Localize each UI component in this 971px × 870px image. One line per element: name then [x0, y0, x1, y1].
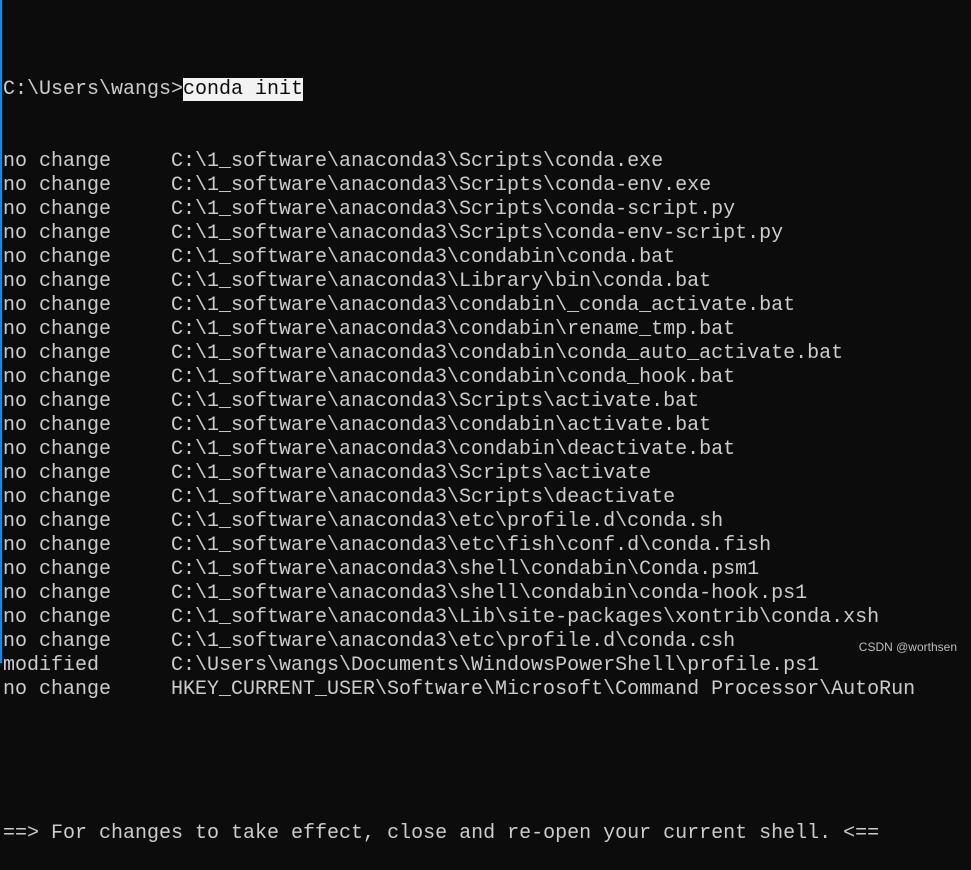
output-row: modified C:\Users\wangs\Documents\Windows…	[3, 654, 915, 678]
row-path: C:\1_software\anaconda3\Scripts\conda-sc…	[171, 198, 736, 221]
row-status: no change	[3, 366, 112, 389]
row-path: C:\1_software\anaconda3\condabin\rename_…	[171, 318, 736, 341]
row-status: no change	[3, 462, 112, 485]
output-row: no change C:\1_software\anaconda3\condabi…	[3, 294, 915, 318]
output-row: no change C:\1_software\anaconda3\condabi…	[3, 366, 915, 390]
row-status: no change	[3, 150, 112, 173]
output-row: no change C:\1_software\anaconda3\Scripts…	[3, 390, 915, 414]
output-row: no change C:\1_software\anaconda3\condabi…	[3, 246, 915, 270]
output-row: no change C:\1_software\anaconda3\condabi…	[3, 438, 915, 462]
row-path: C:\1_software\anaconda3\Lib\site-package…	[171, 606, 880, 629]
row-path: C:\1_software\anaconda3\Scripts\activate	[171, 462, 652, 485]
output-row: no change C:\1_software\anaconda3\etc\fis…	[3, 534, 915, 558]
row-status: no change	[3, 558, 112, 581]
row-status: no change	[3, 318, 112, 341]
watermark: CSDN @worthsen	[858, 640, 957, 654]
row-status: no change	[3, 198, 112, 221]
output-row: no change C:\1_software\anaconda3\Scripts…	[3, 150, 915, 174]
output-row: no change C:\1_software\anaconda3\shell\c…	[3, 582, 915, 606]
row-path: C:\1_software\anaconda3\shell\condabin\c…	[171, 582, 808, 605]
row-status: no change	[3, 510, 112, 533]
row-status: no change	[3, 246, 112, 269]
row-status: no change	[3, 534, 112, 557]
row-path: C:\Users\wangs\Documents\WindowsPowerShe…	[171, 654, 820, 677]
output-row: no change C:\1_software\anaconda3\Scripts…	[3, 486, 915, 510]
output-row: no change C:\1_software\anaconda3\Lib\sit…	[3, 606, 915, 630]
output-row: no change C:\1_software\anaconda3\Scripts…	[3, 198, 915, 222]
output-row: no change C:\1_software\anaconda3\etc\pro…	[3, 510, 915, 534]
output-row: no change C:\1_software\anaconda3\condabi…	[3, 342, 915, 366]
window-border	[0, 0, 2, 663]
row-path: C:\1_software\anaconda3\Library\bin\cond…	[171, 270, 712, 293]
row-path: C:\1_software\anaconda3\condabin\conda.b…	[171, 246, 676, 269]
row-path: C:\1_software\anaconda3\condabin\conda_h…	[171, 366, 736, 389]
row-status: no change	[3, 222, 112, 245]
row-path: C:\1_software\anaconda3\condabin\activat…	[171, 414, 712, 437]
footer-message: ==> For changes to take effect, close an…	[3, 822, 880, 845]
row-status: no change	[3, 414, 112, 437]
row-status: no change	[3, 390, 112, 413]
row-status: no change	[3, 606, 112, 629]
output-row: no change C:\1_software\anaconda3\Scripts…	[3, 222, 915, 246]
row-status: modified	[3, 654, 100, 677]
row-path: C:\1_software\anaconda3\condabin\deactiv…	[171, 438, 736, 461]
row-status: no change	[3, 342, 112, 365]
row-path: HKEY_CURRENT_USER\Software\Microsoft\Com…	[171, 678, 916, 701]
prompt-line: C:\Users\wangs>conda init	[3, 78, 915, 102]
row-status: no change	[3, 438, 112, 461]
row-path: C:\1_software\anaconda3\Scripts\deactiva…	[171, 486, 676, 509]
row-status: no change	[3, 582, 112, 605]
row-status: no change	[3, 486, 112, 509]
row-path: C:\1_software\anaconda3\etc\fish\conf.d\…	[171, 534, 772, 557]
output-row: no change C:\1_software\anaconda3\condabi…	[3, 414, 915, 438]
output-row: no change C:\1_software\anaconda3\etc\pro…	[3, 630, 915, 654]
output-row: no change C:\1_software\anaconda3\Library…	[3, 270, 915, 294]
output-row: no change C:\1_software\anaconda3\condabi…	[3, 318, 915, 342]
row-path: C:\1_software\anaconda3\etc\profile.d\co…	[171, 630, 736, 653]
output-row: no change HKEY_CURRENT_USER\Software\Micr…	[3, 678, 915, 702]
row-status: no change	[3, 630, 112, 653]
row-path: C:\1_software\anaconda3\condabin\conda_a…	[171, 342, 844, 365]
row-path: C:\1_software\anaconda3\Scripts\activate…	[171, 390, 700, 413]
row-path: C:\1_software\anaconda3\Scripts\conda-en…	[171, 222, 784, 245]
row-status: no change	[3, 174, 112, 197]
output-row: no change C:\1_software\anaconda3\Scripts…	[3, 462, 915, 486]
row-path: C:\1_software\anaconda3\Scripts\conda-en…	[171, 174, 712, 197]
output-row: no change C:\1_software\anaconda3\Scripts…	[3, 174, 915, 198]
prompt-path: C:\Users\wangs>	[3, 78, 184, 101]
command-text[interactable]: conda init	[183, 78, 304, 101]
row-status: no change	[3, 270, 112, 293]
row-path: C:\1_software\anaconda3\etc\profile.d\co…	[171, 510, 724, 533]
row-path: C:\1_software\anaconda3\Scripts\conda.ex…	[171, 150, 664, 173]
terminal-output[interactable]: C:\Users\wangs>conda init no change C:\1_…	[3, 30, 915, 870]
row-status: no change	[3, 294, 112, 317]
output-row: no change C:\1_software\anaconda3\shell\c…	[3, 558, 915, 582]
row-path: C:\1_software\anaconda3\shell\condabin\C…	[171, 558, 760, 581]
row-status: no change	[3, 678, 112, 701]
row-path: C:\1_software\anaconda3\condabin\_conda_…	[171, 294, 796, 317]
